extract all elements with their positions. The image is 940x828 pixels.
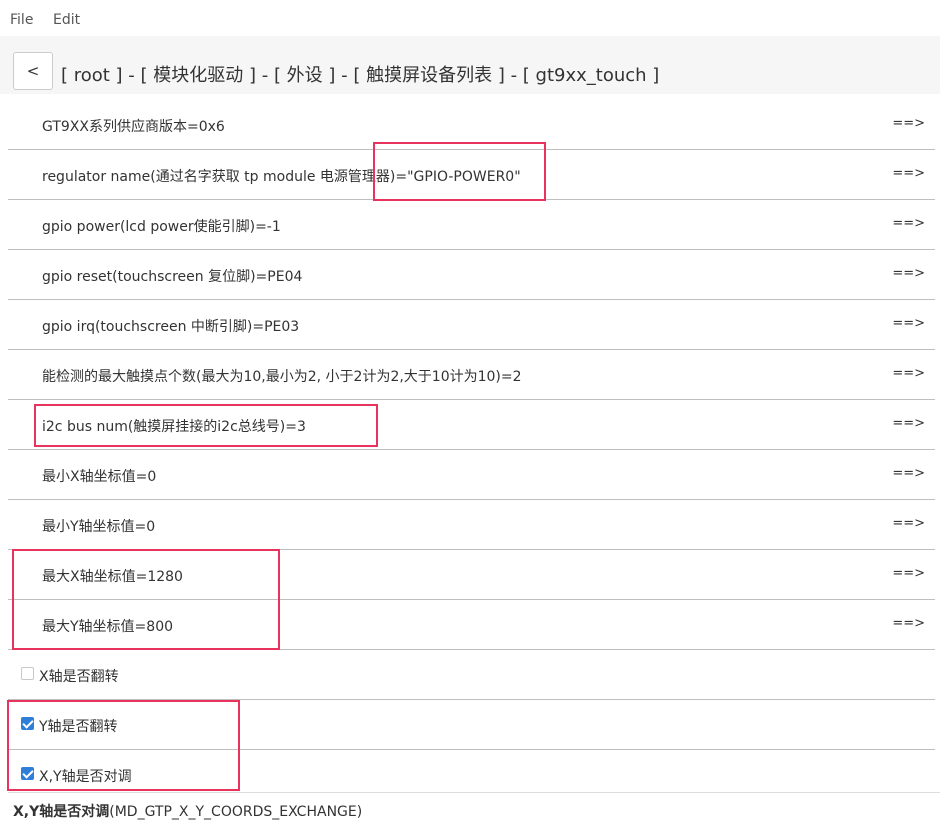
list-item-label: gpio power(lcd power使能引脚)=-1 <box>42 219 281 235</box>
list-item-min-y[interactable]: 最小Y轴坐标值=0 ==> <box>8 500 935 550</box>
list-item-i2c-bus-num[interactable]: i2c bus num(触摸屏挂接的i2c总线号)=3 ==> <box>8 400 935 450</box>
list-item-regulator-name[interactable]: regulator name(通过名字获取 tp module 电源管理器)="… <box>8 150 935 200</box>
menu-bar: File Edit <box>0 0 940 36</box>
arrow-right-icon: ==> <box>892 316 925 331</box>
status-title: X,Y轴是否对调 <box>13 804 110 820</box>
arrow-right-icon: ==> <box>892 216 925 231</box>
arrow-right-icon: ==> <box>892 266 925 281</box>
list-item-max-touch-points[interactable]: 能检测的最大触摸点个数(最大为10,最小为2, 小于2计为2,大于10计为10)… <box>8 350 935 400</box>
list-item-label: GT9XX系列供应商版本=0x6 <box>42 119 225 135</box>
xy-swap-checkbox[interactable] <box>21 767 34 780</box>
checkbox-row-x-flip[interactable]: X轴是否翻转 <box>8 650 935 700</box>
x-flip-checkbox[interactable] <box>21 667 34 680</box>
list-item-label: 最大Y轴坐标值=800 <box>42 619 174 635</box>
arrow-right-icon: ==> <box>892 166 925 181</box>
list-item-label: 能检测的最大触摸点个数(最大为10,最小为2, 小于2计为2,大于10计为10)… <box>42 369 522 385</box>
arrow-right-icon: ==> <box>892 416 925 431</box>
status-bar: X,Y轴是否对调(MD_GTP_X_Y_COORDS_EXCHANGE) <box>8 792 940 828</box>
checkbox-label: X,Y轴是否对调 <box>39 769 132 785</box>
list-item-gt9xx-vendor-version[interactable]: GT9XX系列供应商版本=0x6 ==> <box>8 100 935 150</box>
list-item-label: regulator name(通过名字获取 tp module 电源管理器)="… <box>42 169 521 185</box>
menu-edit[interactable]: Edit <box>53 12 80 28</box>
config-list: GT9XX系列供应商版本=0x6 ==> regulator name(通过名字… <box>8 100 935 800</box>
list-item-max-y[interactable]: 最大Y轴坐标值=800 ==> <box>8 600 935 650</box>
list-item-label: gpio irq(touchscreen 中断引脚)=PE03 <box>42 319 300 335</box>
list-item-label: 最小Y轴坐标值=0 <box>42 519 156 535</box>
checkbox-label: Y轴是否翻转 <box>39 719 118 735</box>
status-symbol: (MD_GTP_X_Y_COORDS_EXCHANGE) <box>109 804 363 820</box>
back-button[interactable]: < <box>13 52 53 90</box>
list-item-label: i2c bus num(触摸屏挂接的i2c总线号)=3 <box>42 419 306 435</box>
list-item-gpio-power[interactable]: gpio power(lcd power使能引脚)=-1 ==> <box>8 200 935 250</box>
arrow-right-icon: ==> <box>892 466 925 481</box>
arrow-right-icon: ==> <box>892 366 925 381</box>
arrow-right-icon: ==> <box>892 566 925 581</box>
list-item-min-x[interactable]: 最小X轴坐标值=0 ==> <box>8 450 935 500</box>
arrow-right-icon: ==> <box>892 516 925 531</box>
arrow-right-icon: ==> <box>892 616 925 631</box>
breadcrumb: [ root ] - [ 模块化驱动 ] - [ 外设 ] - [ 触摸屏设备列… <box>61 65 660 86</box>
y-flip-checkbox[interactable] <box>21 717 34 730</box>
list-item-label: 最大X轴坐标值=1280 <box>42 569 183 585</box>
list-item-label: gpio reset(touchscreen 复位脚)=PE04 <box>42 269 303 285</box>
menu-file[interactable]: File <box>10 12 33 28</box>
list-item-gpio-irq[interactable]: gpio irq(touchscreen 中断引脚)=PE03 ==> <box>8 300 935 350</box>
checkbox-label: X轴是否翻转 <box>39 669 119 685</box>
list-item-max-x[interactable]: 最大X轴坐标值=1280 ==> <box>8 550 935 600</box>
header: < [ root ] - [ 模块化驱动 ] - [ 外设 ] - [ 触摸屏设… <box>0 36 940 94</box>
checkbox-row-y-flip[interactable]: Y轴是否翻转 <box>8 700 935 750</box>
arrow-right-icon: ==> <box>892 116 925 131</box>
list-item-gpio-reset[interactable]: gpio reset(touchscreen 复位脚)=PE04 ==> <box>8 250 935 300</box>
status-description: X,Y轴是否对调(MD_GTP_X_Y_COORDS_EXCHANGE) <box>13 801 362 821</box>
list-item-label: 最小X轴坐标值=0 <box>42 469 157 485</box>
